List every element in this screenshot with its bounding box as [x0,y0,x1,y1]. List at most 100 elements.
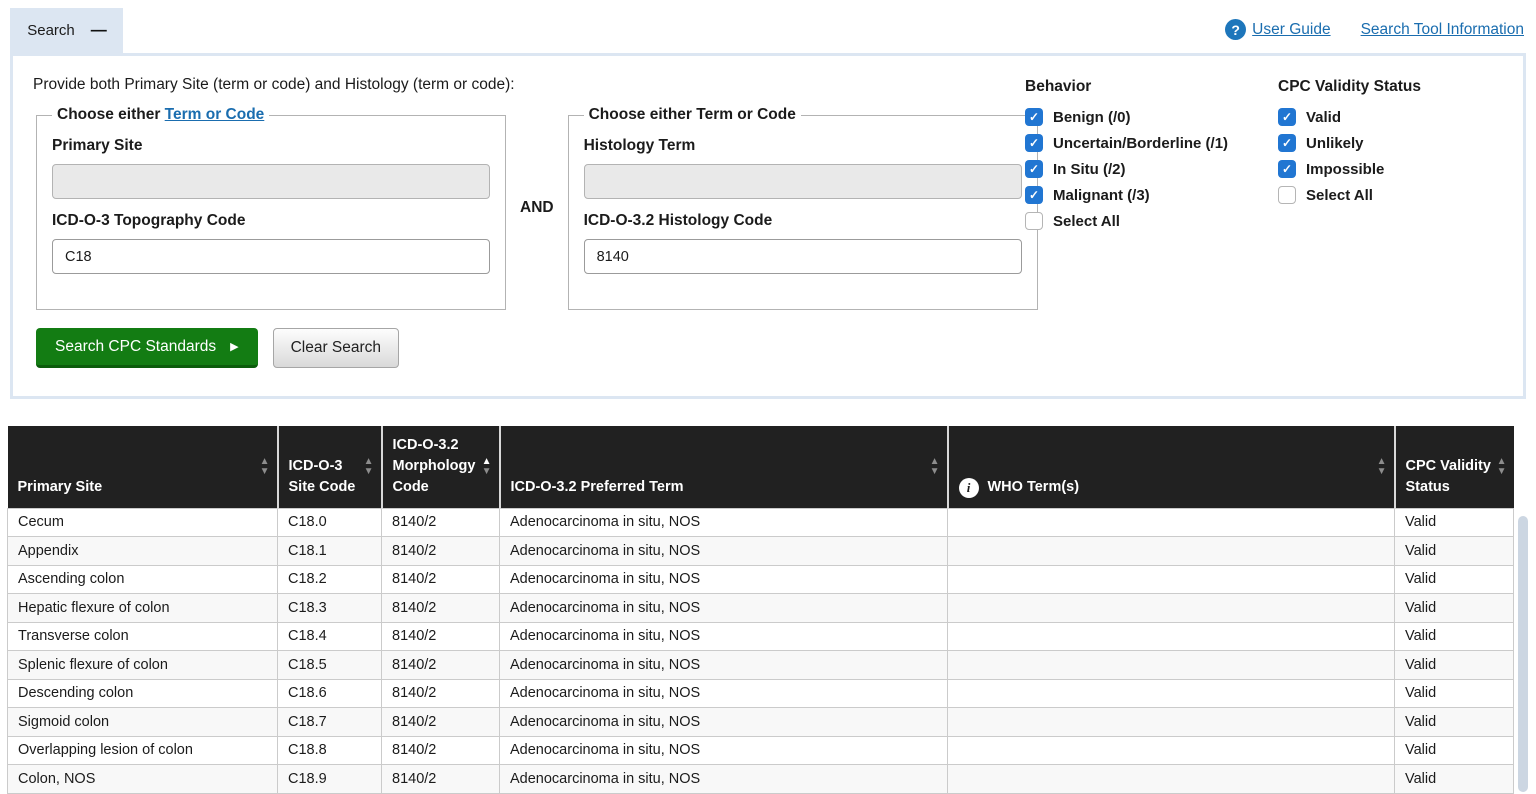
cell-validity-status: Valid [1395,622,1514,651]
table-row[interactable]: Colon, NOS C18.9 8140/2 Adenocarcinoma i… [8,765,1514,794]
checkbox-validity-select-all[interactable]: ✓ Select All [1278,186,1421,204]
cell-preferred-term: Adenocarcinoma in situ, NOS [500,537,948,566]
cell-preferred-term: Adenocarcinoma in situ, NOS [500,736,948,765]
cell-morphology-code: 8140/2 [382,765,500,794]
primary-site-header-label: Primary Site [18,479,103,495]
cell-primary-site: Sigmoid colon [8,708,278,737]
cell-who-terms [948,594,1395,623]
checkbox-unlikely[interactable]: ✓ Unlikely [1278,134,1421,152]
cell-validity-status: Valid [1395,508,1514,537]
malignant-checkbox-icon[interactable]: ✓ [1025,186,1043,204]
topography-code-input[interactable] [52,239,490,274]
sort-icon-who-terms[interactable]: ▲▼ [1377,457,1387,477]
cell-site-code: C18.4 [278,622,382,651]
primary-site-input[interactable] [52,164,490,199]
cell-primary-site: Cecum [8,508,278,537]
search-cpc-standards-button[interactable]: Search CPC Standards ▶ [36,328,258,368]
cell-site-code: C18.3 [278,594,382,623]
sort-icon-site-code[interactable]: ▲▼ [364,457,374,477]
table-row[interactable]: Ascending colon C18.2 8140/2 Adenocarcin… [8,565,1514,594]
valid-label: Valid [1306,109,1341,126]
search-panel-tab[interactable]: Search — [10,8,123,53]
checkbox-uncertain[interactable]: ✓ Uncertain/Borderline (/1) [1025,134,1228,152]
benign-checkbox-icon[interactable]: ✓ [1025,108,1043,126]
impossible-checkbox-icon[interactable]: ✓ [1278,160,1296,178]
valid-checkbox-icon[interactable]: ✓ [1278,108,1296,126]
sort-icon-validity-status[interactable]: ▲▼ [1497,457,1507,477]
cell-primary-site: Transverse colon [8,622,278,651]
cell-who-terms [948,508,1395,537]
table-row[interactable]: Sigmoid colon C18.7 8140/2 Adenocarcinom… [8,708,1514,737]
unlikely-checkbox-icon[interactable]: ✓ [1278,134,1296,152]
behavior-select-all-checkbox-icon[interactable]: ✓ [1025,212,1043,230]
checkbox-benign[interactable]: ✓ Benign (/0) [1025,108,1228,126]
cell-validity-status: Valid [1395,565,1514,594]
info-icon[interactable]: i [959,478,979,498]
who-terms-header-label: WHO Term(s) [988,477,1080,498]
insitu-label: In Situ (/2) [1053,161,1126,178]
cell-preferred-term: Adenocarcinoma in situ, NOS [500,508,948,537]
cell-morphology-code: 8140/2 [382,622,500,651]
checkbox-insitu[interactable]: ✓ In Situ (/2) [1025,160,1228,178]
sort-icon-primary-site[interactable]: ▲▼ [260,457,270,477]
histology-term-input[interactable] [584,164,1022,199]
cell-preferred-term: Adenocarcinoma in situ, NOS [500,565,948,594]
table-row[interactable]: Cecum C18.0 8140/2 Adenocarcinoma in sit… [8,508,1514,537]
cell-preferred-term: Adenocarcinoma in situ, NOS [500,622,948,651]
cell-primary-site: Overlapping lesion of colon [8,736,278,765]
cell-site-code: C18.5 [278,651,382,680]
table-row[interactable]: Appendix C18.1 8140/2 Adenocarcinoma in … [8,537,1514,566]
insitu-checkbox-icon[interactable]: ✓ [1025,160,1043,178]
behavior-title: Behavior [1025,78,1228,96]
table-row[interactable]: Descending colon C18.6 8140/2 Adenocarci… [8,679,1514,708]
cell-who-terms [948,622,1395,651]
morphology-code-header-label: ICD-O-3.2 Morphology Code [393,437,476,495]
benign-label: Benign (/0) [1053,109,1131,126]
validity-title: CPC Validity Status [1278,78,1421,96]
user-guide-link[interactable]: ? User Guide [1225,19,1330,40]
validity-status-header-label: CPC Validity Status [1406,458,1491,495]
cell-primary-site: Colon, NOS [8,765,278,794]
uncertain-checkbox-icon[interactable]: ✓ [1025,134,1043,152]
checkbox-behavior-select-all[interactable]: ✓ Select All [1025,212,1228,230]
col-header-validity-status[interactable]: CPC Validity Status ▲▼ [1395,426,1514,508]
question-mark-icon: ? [1225,19,1246,40]
cell-preferred-term: Adenocarcinoma in situ, NOS [500,765,948,794]
checkbox-valid[interactable]: ✓ Valid [1278,108,1421,126]
col-header-site-code[interactable]: ICD-O-3 Site Code ▲▼ [278,426,382,508]
results-table: Primary Site ▲▼ ICD-O-3 Site Code ▲▼ ICD… [7,426,1514,794]
histology-fieldset-legend: Choose either Term or Code [584,106,801,124]
cpc-search-page: Search — ? User Guide Search Tool Inform… [0,0,1536,794]
col-header-who-terms[interactable]: i WHO Term(s) ▲▼ [948,426,1395,508]
vertical-scrollbar-thumb[interactable] [1518,516,1528,792]
cell-morphology-code: 8140/2 [382,679,500,708]
cell-who-terms [948,765,1395,794]
collapse-icon[interactable]: — [91,22,106,40]
term-or-code-link[interactable]: Term or Code [165,106,265,123]
table-header-row: Primary Site ▲▼ ICD-O-3 Site Code ▲▼ ICD… [8,426,1514,508]
search-button-label: Search CPC Standards [55,338,216,356]
table-row[interactable]: Transverse colon C18.4 8140/2 Adenocarci… [8,622,1514,651]
checkbox-malignant[interactable]: ✓ Malignant (/3) [1025,186,1228,204]
col-header-morphology-code[interactable]: ICD-O-3.2 Morphology Code ▲▼ [382,426,500,508]
user-guide-link-text[interactable]: User Guide [1252,21,1330,39]
sort-icon-morphology-code-active-asc[interactable]: ▲▼ [482,457,492,477]
cell-site-code: C18.2 [278,565,382,594]
cell-primary-site: Hepatic flexure of colon [8,594,278,623]
table-row[interactable]: Overlapping lesion of colon C18.8 8140/2… [8,736,1514,765]
clear-search-button[interactable]: Clear Search [273,328,399,368]
cell-preferred-term: Adenocarcinoma in situ, NOS [500,594,948,623]
col-header-primary-site[interactable]: Primary Site ▲▼ [8,426,278,508]
validity-select-all-checkbox-icon[interactable]: ✓ [1278,186,1296,204]
histology-code-input[interactable] [584,239,1022,274]
table-row[interactable]: Hepatic flexure of colon C18.3 8140/2 Ad… [8,594,1514,623]
cell-who-terms [948,679,1395,708]
cell-validity-status: Valid [1395,679,1514,708]
behavior-select-all-label: Select All [1053,213,1120,230]
sort-icon-preferred-term[interactable]: ▲▼ [930,457,940,477]
checkbox-impossible[interactable]: ✓ Impossible [1278,160,1421,178]
col-header-preferred-term[interactable]: ICD-O-3.2 Preferred Term ▲▼ [500,426,948,508]
search-tool-information-link[interactable]: Search Tool Information [1361,21,1524,39]
table-row[interactable]: Splenic flexure of colon C18.5 8140/2 Ad… [8,651,1514,680]
search-tab-label: Search [27,22,75,39]
